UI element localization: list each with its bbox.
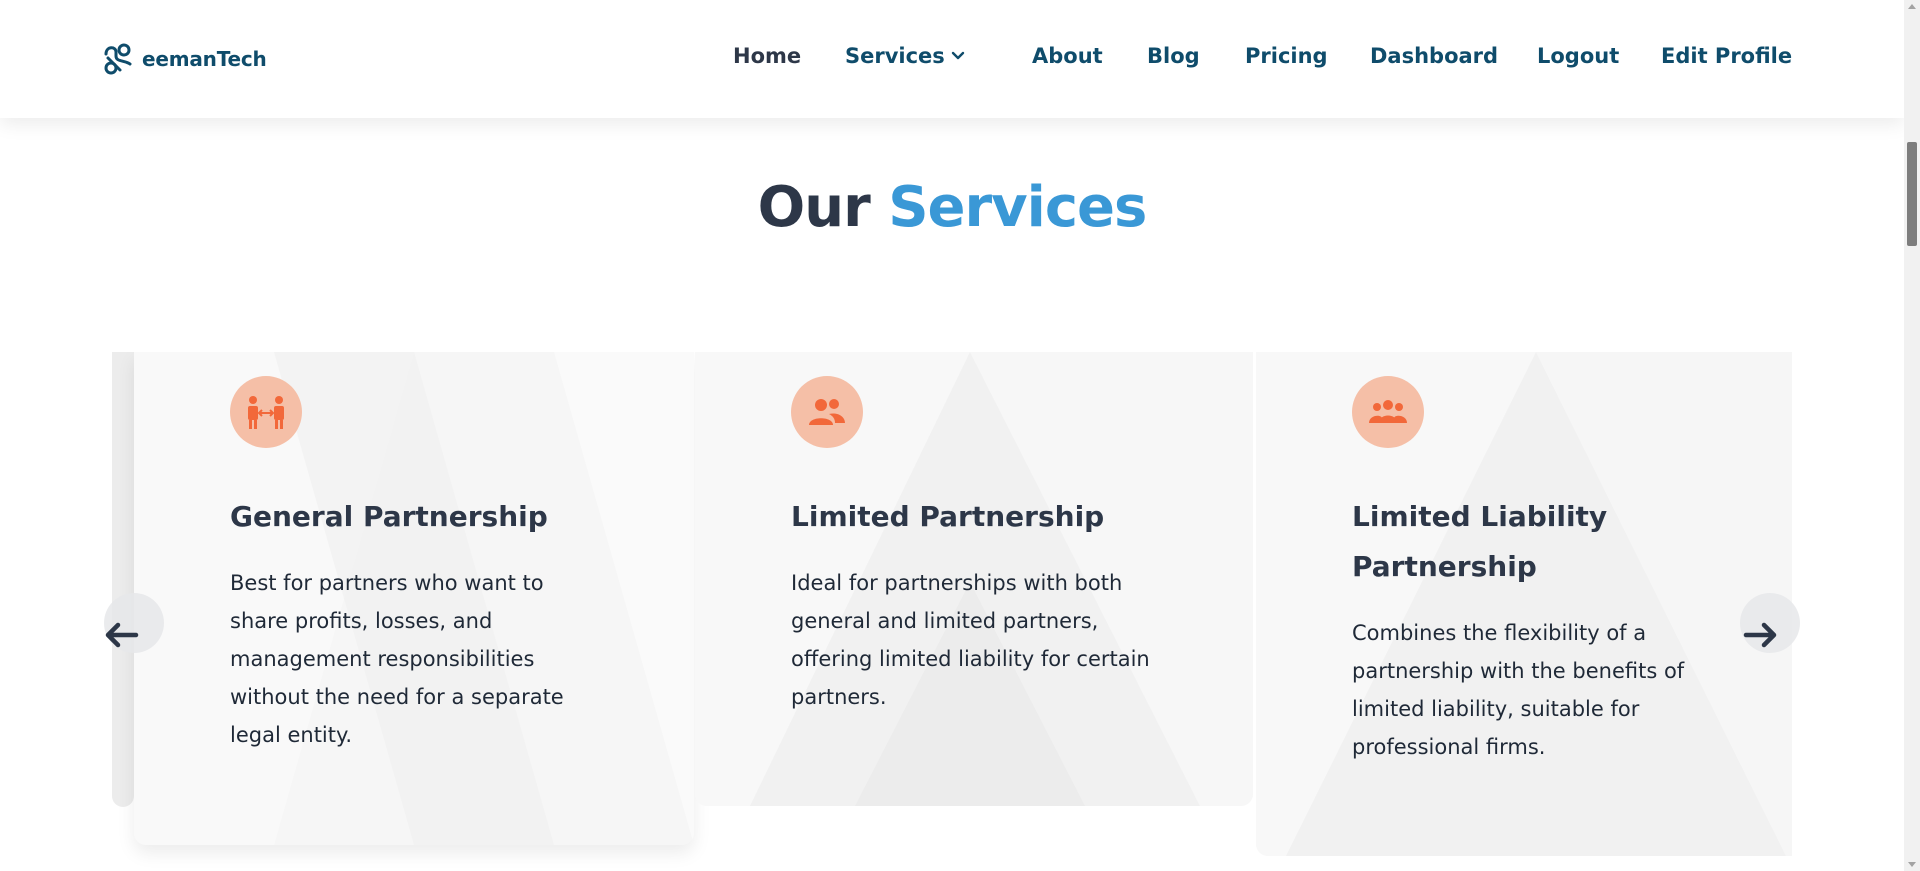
site-header: eemanTech Home Services About Blog Prici… xyxy=(0,0,1904,118)
group-icon xyxy=(1369,400,1407,423)
arrow-left-icon xyxy=(105,622,139,648)
card-icon-badge xyxy=(1352,376,1424,448)
page-scrollbar[interactable] xyxy=(1904,0,1920,871)
carousel-prev-button[interactable] xyxy=(104,593,164,653)
nav-about[interactable]: About xyxy=(1032,44,1103,68)
card-title: Limited Partnership xyxy=(791,500,1105,533)
service-card-partial xyxy=(112,352,134,807)
service-card[interactable]: General Partnership Best for partners wh… xyxy=(134,352,694,845)
service-card[interactable]: Limited Partnership Ideal for partnershi… xyxy=(695,352,1253,806)
nav-edit-profile[interactable]: Edit Profile xyxy=(1661,44,1792,68)
scroll-up-arrow-icon[interactable] xyxy=(1908,4,1916,9)
scrollbar-thumb[interactable] xyxy=(1907,142,1917,246)
card-icon-badge xyxy=(791,376,863,448)
chevron-down-icon[interactable] xyxy=(950,48,966,64)
card-description: Ideal for partnerships with both general… xyxy=(791,571,1150,709)
services-carousel[interactable]: General Partnership Best for partners wh… xyxy=(112,352,1792,871)
partners-exchange-icon xyxy=(248,396,284,429)
two-people-icon xyxy=(809,399,845,425)
card-title: Limited Liability Partnership xyxy=(1352,500,1608,583)
nav-pricing[interactable]: Pricing xyxy=(1245,44,1328,68)
section-title-part1: Our xyxy=(757,175,871,240)
card-icon-badge xyxy=(230,376,302,448)
card-content: General Partnership Best for partners wh… xyxy=(230,376,674,754)
nav-home[interactable]: Home xyxy=(733,44,801,68)
nav-dashboard[interactable]: Dashboard xyxy=(1370,44,1498,68)
arrow-right-icon xyxy=(1743,622,1777,648)
card-content: Limited Liability Partnership Combines t… xyxy=(1352,376,1792,766)
nav-logout[interactable]: Logout xyxy=(1537,44,1619,68)
nav-blog[interactable]: Blog xyxy=(1147,44,1200,68)
card-title: General Partnership xyxy=(230,500,548,533)
service-card[interactable]: Limited Liability Partnership Combines t… xyxy=(1256,352,1792,856)
section-title: Our Services xyxy=(0,175,1904,240)
card-description: Best for partners who want to share prof… xyxy=(230,571,564,747)
card-description: Combines the flexibility of a partnershi… xyxy=(1352,621,1685,759)
scroll-down-arrow-icon[interactable] xyxy=(1908,862,1916,867)
nav-services[interactable]: Services xyxy=(845,44,945,68)
section-title-part2: Services xyxy=(888,175,1147,240)
card-content: Limited Partnership Ideal for partnershi… xyxy=(791,376,1233,716)
carousel-next-button[interactable] xyxy=(1740,593,1800,653)
